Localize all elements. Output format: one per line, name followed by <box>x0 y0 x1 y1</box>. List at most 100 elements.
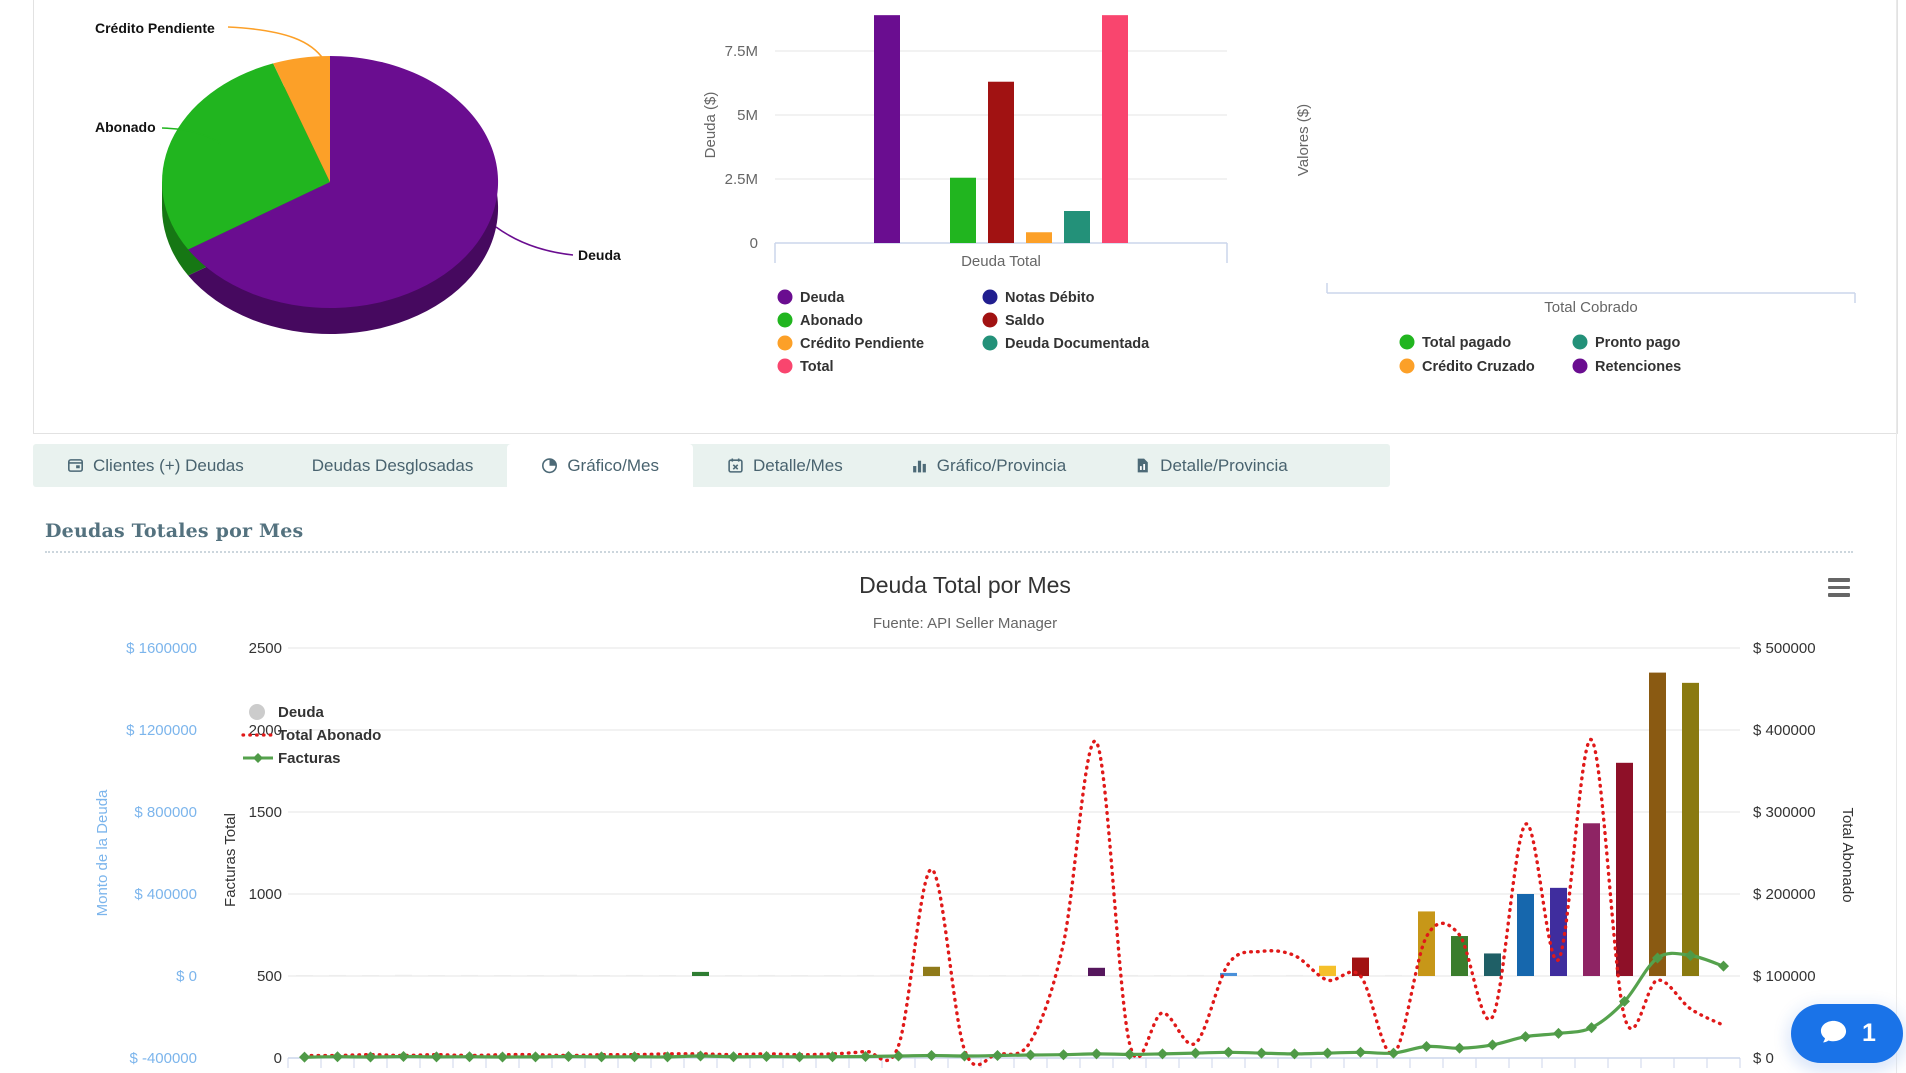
pie-label-abonado: Abonado <box>95 119 156 135</box>
column-total[interactable] <box>1102 15 1128 243</box>
facturas-point-marker <box>563 1051 574 1062</box>
file-chart-icon <box>1134 457 1151 474</box>
column-deuda-mes[interactable] <box>494 975 511 976</box>
section-heading: Deudas Totales por Mes <box>45 520 1853 553</box>
svg-text:Crédito Pendiente: Crédito Pendiente <box>800 336 924 352</box>
facturas-point-marker <box>431 1051 442 1062</box>
column-deuda-mes[interactable] <box>1649 673 1666 976</box>
column-deuda-mes[interactable] <box>725 975 742 976</box>
tab-label: Deudas Desglosadas <box>312 456 474 476</box>
column-deuda-mes[interactable] <box>296 975 313 976</box>
column-deuda-mes[interactable] <box>659 975 676 976</box>
facturas-axis-tick: 1000 <box>249 886 282 903</box>
column-deuda-mes[interactable] <box>956 975 973 976</box>
facturas-point-marker <box>926 1050 937 1061</box>
facturas-point-marker <box>1421 1041 1432 1052</box>
facturas-point-marker <box>695 1051 706 1062</box>
column-deuda-mes[interactable] <box>1187 975 1204 976</box>
tab-detalle-mes[interactable]: Detalle/Mes <box>693 444 877 487</box>
y-axis-tick-label: 0 <box>750 235 758 252</box>
legend-item-saldo[interactable]: Saldo <box>983 313 1045 330</box>
facturas-axis-tick: 500 <box>257 968 282 985</box>
facturas-point-marker <box>794 1051 805 1062</box>
column-saldo[interactable] <box>988 82 1014 243</box>
column-deuda-mes[interactable] <box>1451 936 1468 976</box>
column-deuda-mes[interactable] <box>1253 975 1270 976</box>
legend-item-facturas[interactable]: Facturas <box>243 750 341 767</box>
column-deuda-mes[interactable] <box>593 975 610 976</box>
monto-axis-title: Monto de la Deuda <box>94 789 111 916</box>
y-axis-tick-label: 7.5M <box>725 43 758 60</box>
legend-item-pronto-pago[interactable]: Pronto pago <box>1573 335 1681 352</box>
legend-item-abonado[interactable]: Abonado <box>778 313 863 330</box>
column-deuda-mes[interactable] <box>989 975 1006 976</box>
column-deuda-mes[interactable] <box>1616 763 1633 976</box>
chat-unread-badge: 1 <box>1862 1019 1876 1048</box>
column-deuda-mes[interactable] <box>923 967 940 976</box>
svg-text:Notas Débito: Notas Débito <box>1005 290 1095 306</box>
facturas-point-marker <box>332 1051 343 1062</box>
tab-clientes-deudas[interactable]: Clientes (+) Deudas <box>33 444 278 487</box>
column-deuda-mes[interactable] <box>1121 975 1138 976</box>
column-deuda-mes[interactable] <box>1319 966 1336 976</box>
column-deuda-mes[interactable] <box>1682 683 1699 976</box>
column-abonado[interactable] <box>950 178 976 243</box>
column-deuda-mes[interactable] <box>527 975 544 976</box>
tab-grafico-provincia[interactable]: Gráfico/Provincia <box>877 444 1100 487</box>
column-deuda[interactable] <box>874 15 900 243</box>
facturas-point-marker <box>464 1051 475 1062</box>
tab-deudas-desglosadas[interactable]: Deudas Desglosadas <box>278 444 508 487</box>
column-deuda-mes[interactable] <box>1484 953 1501 976</box>
legend-item-credito-pendiente[interactable]: Crédito Pendiente <box>778 336 925 353</box>
legend-item-total[interactable]: Total <box>778 359 834 376</box>
series-facturas-line[interactable] <box>305 953 1724 1057</box>
column-deuda-mes[interactable] <box>1055 975 1072 976</box>
column-deuda-mes[interactable] <box>461 975 478 976</box>
column-deuda-mes[interactable] <box>428 975 445 976</box>
column-deuda-mes[interactable] <box>758 975 775 976</box>
facturas-point-marker <box>1190 1048 1201 1059</box>
series-total-abonado-line[interactable] <box>305 739 1724 1064</box>
column-deuda-mes[interactable] <box>1517 894 1534 976</box>
legend-item-total-pagado[interactable]: Total pagado <box>1400 335 1512 352</box>
chat-widget-button[interactable]: 1 <box>1791 1004 1903 1063</box>
legend-item-deuda[interactable]: Deuda <box>249 704 325 721</box>
column-deuda-mes[interactable] <box>791 975 808 976</box>
x-axis-label: Total Cobrado <box>1544 299 1637 316</box>
legend-item-notas-debito[interactable]: Notas Débito <box>983 290 1095 307</box>
column-deuda-mes[interactable] <box>329 975 346 976</box>
column-deuda-mes[interactable] <box>1088 968 1105 976</box>
column-deuda-documentada[interactable] <box>1064 211 1090 243</box>
column-deuda-mes[interactable] <box>626 975 643 976</box>
y-axis-title: Deuda ($) <box>702 92 719 159</box>
column-deuda-mes[interactable] <box>362 975 379 976</box>
tab-grafico-mes[interactable]: Gráfico/Mes <box>507 444 693 487</box>
column-deuda-mes[interactable] <box>1286 975 1303 976</box>
legend-item-retenciones[interactable]: Retenciones <box>1573 359 1682 376</box>
legend-item-deuda[interactable]: Deuda <box>778 290 846 307</box>
legend-item-credito-cruzado[interactable]: Crédito Cruzado <box>1400 359 1535 376</box>
tab-bar: Clientes (+) Deudas Deudas Desglosadas Grá… <box>33 444 1390 487</box>
column-deuda-mes[interactable] <box>1418 911 1435 976</box>
facturas-point-marker <box>1322 1048 1333 1059</box>
column-deuda-mes[interactable] <box>1022 975 1039 976</box>
pie-label-connector <box>496 227 573 255</box>
dashboard-page: Crédito PendienteAbonadoDeuda 02.5M5M7.5… <box>0 0 1906 1073</box>
column-deuda-mes[interactable] <box>857 975 874 976</box>
facturas-point-marker <box>1388 1048 1399 1059</box>
column-deuda-mes[interactable] <box>824 975 841 976</box>
pie-chart-deuda: Crédito PendienteAbonadoDeuda <box>40 0 640 360</box>
column-deuda-mes[interactable] <box>395 975 412 976</box>
column-deuda-mes[interactable] <box>560 975 577 976</box>
column-deuda-mes[interactable] <box>890 975 907 976</box>
column-deuda-mes[interactable] <box>1583 823 1600 976</box>
facturas-point-marker <box>761 1051 772 1062</box>
column-deuda-mes[interactable] <box>1154 975 1171 976</box>
column-deuda-mes[interactable] <box>692 972 709 976</box>
column-credito-pendiente[interactable] <box>1026 232 1052 243</box>
tab-detalle-provincia[interactable]: Detalle/Provincia <box>1100 444 1322 487</box>
legend-item-deuda-documentada[interactable]: Deuda Documentada <box>983 336 1151 353</box>
column-deuda-mes[interactable] <box>1385 975 1402 976</box>
monto-axis-tick: $ -400000 <box>129 1050 197 1067</box>
svg-text:Abonado: Abonado <box>800 313 863 329</box>
